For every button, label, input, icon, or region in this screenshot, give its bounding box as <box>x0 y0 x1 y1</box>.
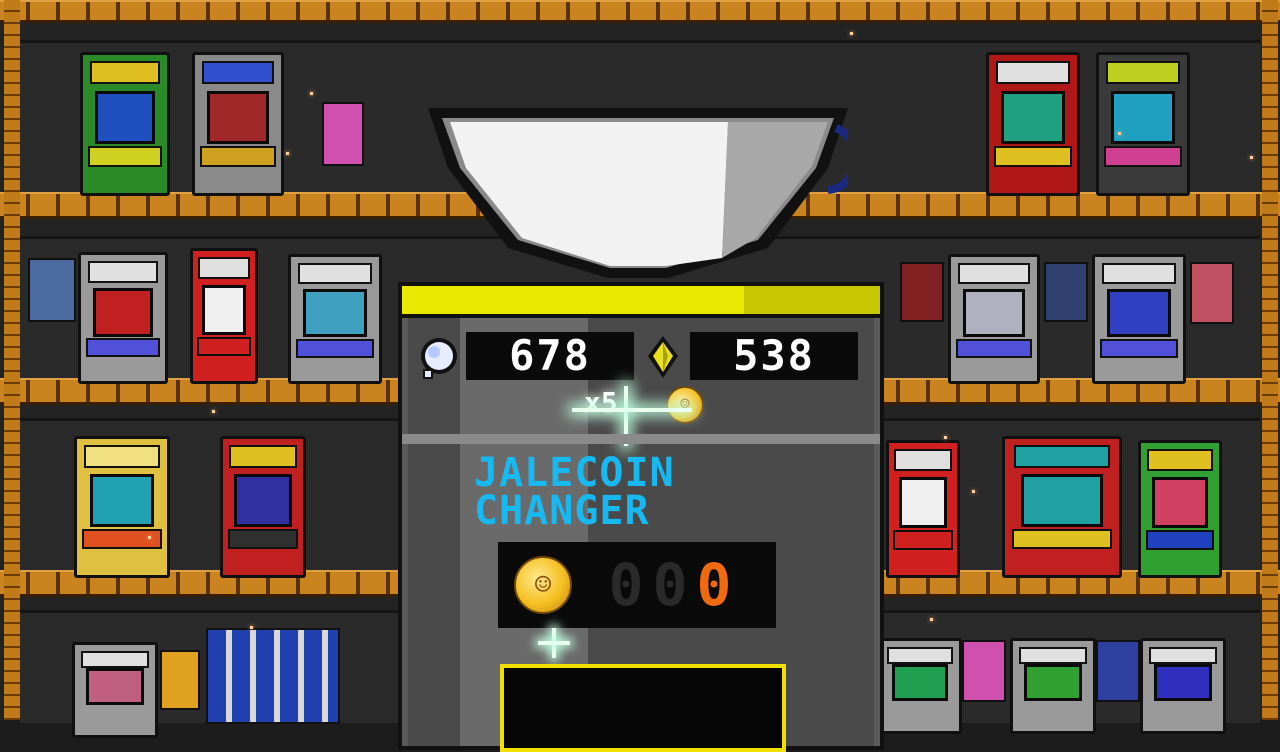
sparkle <box>1250 156 1253 159</box>
multiplier-label: x5 <box>584 386 618 419</box>
sparkle <box>310 92 313 95</box>
poster <box>28 258 76 322</box>
poster <box>962 640 1006 702</box>
arcade-cabinet <box>78 252 168 384</box>
poster <box>322 102 364 166</box>
arcade-cabinet <box>1002 436 1122 578</box>
poster <box>1044 262 1088 322</box>
sparkle <box>572 408 692 412</box>
sparkle <box>212 410 215 413</box>
yellow-gem-icon <box>648 336 678 378</box>
digit-3: 0 <box>696 551 732 619</box>
progress-bar <box>402 286 880 318</box>
sparkle <box>944 436 947 439</box>
arcade-cabinet <box>220 436 306 578</box>
sparkle <box>286 152 289 155</box>
shelf-top <box>0 0 1280 23</box>
arcade-cabinet <box>192 52 284 196</box>
arcade-cabinet <box>80 52 170 196</box>
sparkle <box>850 32 853 35</box>
token-counter: 678 <box>466 332 634 380</box>
arcade-cabinet <box>986 52 1080 196</box>
arcade-cabinet <box>1096 52 1190 196</box>
sparkle <box>1118 132 1121 135</box>
right-post <box>1262 0 1278 720</box>
gem-counter: 538 <box>690 332 858 380</box>
poster <box>160 650 200 710</box>
coin-bowl <box>428 108 848 278</box>
poster <box>900 262 944 322</box>
arcade-cabinet <box>948 254 1040 384</box>
arcade-cabinet <box>72 642 158 738</box>
arcade-cabinet <box>1092 254 1186 384</box>
poster <box>1190 262 1234 324</box>
coin-insert-slot[interactable] <box>500 664 786 752</box>
left-post <box>4 0 20 720</box>
poster <box>1096 640 1140 702</box>
white-gem-icon <box>421 338 457 379</box>
sparkle <box>148 536 151 539</box>
arcade-cabinet <box>1138 440 1222 578</box>
sparkle <box>930 618 933 621</box>
changer-title-line-2: CHANGER <box>474 488 650 534</box>
jalecoin-icon: ☺ <box>666 386 704 424</box>
divider <box>402 434 880 444</box>
arcade-cabinet <box>74 436 170 578</box>
vending-machine <box>886 440 960 578</box>
sparkle <box>972 490 975 493</box>
jalecoin-changer-machine: 678 538 x5 ☺ JALECOIN CHANGER ☺ 0 0 0 <box>398 282 884 752</box>
vending-machine <box>190 248 258 384</box>
changer-title: JALECOIN CHANGER <box>474 450 675 534</box>
poster <box>206 628 340 724</box>
changer-title-line-1: JALECOIN <box>474 450 675 496</box>
digit-2: 0 <box>652 551 688 619</box>
sparkle <box>538 641 570 645</box>
arcade-cabinet <box>288 254 382 384</box>
digit-1: 0 <box>608 551 644 619</box>
coin-count-display: ☺ 0 0 0 <box>498 542 776 628</box>
jalecoin-icon: ☺ <box>514 556 572 614</box>
sparkle <box>250 626 253 629</box>
